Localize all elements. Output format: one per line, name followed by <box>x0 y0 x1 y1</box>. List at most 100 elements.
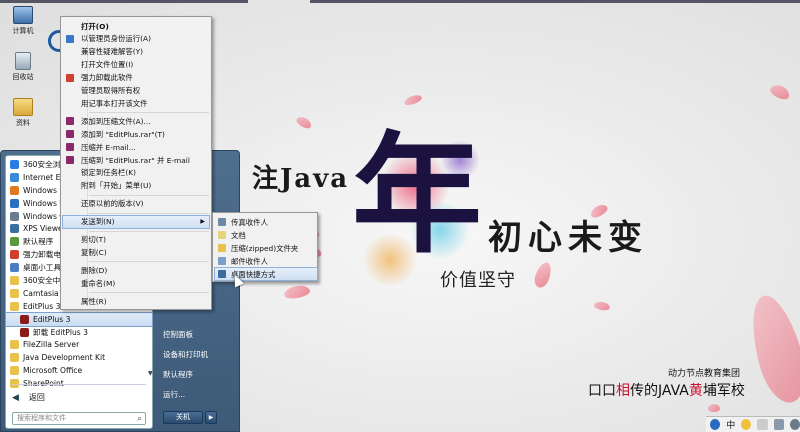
moon-icon[interactable] <box>741 419 752 430</box>
program-label: Java Development Kit <box>23 353 106 363</box>
shutdown-options-button[interactable]: ▶ <box>205 411 217 424</box>
program-item-12[interactable]: EditPlus 3 <box>5 311 153 327</box>
send-to-item-3[interactable]: 邮件收件人 <box>215 255 317 267</box>
petal <box>283 283 311 301</box>
context-menu-item-12[interactable]: 锁定到任务栏(K) <box>63 167 209 179</box>
send-to-label: 压缩(zipped)文件夹 <box>231 243 299 253</box>
start-item-control-panel[interactable]: 控制面板 <box>163 329 193 340</box>
program-icon <box>20 314 29 324</box>
context-menu-item-22[interactable]: 删除(D) <box>63 264 209 276</box>
program-item-16[interactable]: Microsoft Office <box>6 364 152 377</box>
context-menu-item-17[interactable]: 发送到(N) ▶ <box>62 214 210 229</box>
menu-item-label: 添加到压缩文件(A)... <box>81 116 151 126</box>
slogan-value: 价值坚守 <box>440 270 516 291</box>
program-icon <box>10 366 19 376</box>
menu-item-icon <box>66 73 74 82</box>
context-menu-item-20[interactable]: 复制(C) <box>63 246 209 258</box>
context-menu-item-8[interactable]: 添加到压缩文件(A)... <box>63 115 209 127</box>
context-menu-item-10[interactable]: 压缩并 E-mail... <box>63 141 209 153</box>
menu-item-icon <box>66 143 74 152</box>
program-label: EditPlus 3 <box>23 301 61 311</box>
petal <box>294 114 314 131</box>
back-label: 返回 <box>28 393 45 402</box>
context-menu-item-15[interactable]: 还原以前的版本(V) <box>63 198 209 210</box>
program-icon <box>10 224 19 234</box>
menu-item-label: 管理员取得所有权 <box>81 86 141 95</box>
menu-item-label: 压缩并 E-mail... <box>81 142 136 152</box>
search-icon[interactable]: ⌕ <box>137 414 142 425</box>
start-item-default-programs[interactable]: 默认程序 <box>163 369 193 380</box>
menu-item-label: 强力卸载此软件 <box>81 73 133 83</box>
menu-separator <box>89 194 209 196</box>
context-menu-item-3[interactable]: 打开文件位置(I) <box>63 59 209 71</box>
petal <box>403 93 423 107</box>
desktop-icon-recycle-bin[interactable]: 回收站 <box>6 52 40 82</box>
petal <box>742 290 800 408</box>
menu-item-label: 用记事本打开该文件 <box>81 98 148 108</box>
send-to-item-1[interactable]: 文档 <box>215 229 317 241</box>
menu-item-label: 附到「开始」菜单(U) <box>81 181 152 191</box>
send-to-submenu: 传真收件人 文档 压缩(zipped)文件夹 邮件收件人 桌面快捷方式 <box>212 212 318 282</box>
send-to-label: 邮件收件人 <box>231 256 268 266</box>
menu-item-label: 打开文件位置(I) <box>81 60 134 70</box>
menu-item-label: 以管理员身份运行(A) <box>81 34 151 44</box>
program-label: FileZilla Server <box>23 340 80 350</box>
scroll-down-icon[interactable]: ▼ <box>148 370 153 377</box>
program-icon <box>10 211 19 221</box>
brand-tagline: 口口相传的JAVA黄埔军校 <box>588 380 745 400</box>
menu-item-label: 打开(O) <box>81 21 109 31</box>
petal <box>768 82 792 102</box>
petal <box>593 300 611 312</box>
input-method-label[interactable]: 中 <box>726 418 735 431</box>
search-input[interactable]: 搜索程序和文件 ⌕ <box>12 412 146 425</box>
menu-item-icon <box>66 156 74 164</box>
context-menu-item-25[interactable]: 属性(R) <box>63 295 209 307</box>
menu-separator <box>89 261 209 263</box>
program-icon <box>10 301 19 311</box>
desktop-icon-computer[interactable]: 计算机 <box>6 6 40 36</box>
context-menu-item-5[interactable]: 管理员取得所有权 <box>63 85 209 97</box>
program-item-13[interactable]: 卸载 EditPlus 3 <box>6 326 152 339</box>
send-to-icon <box>218 244 226 252</box>
menu-item-label: 兼容性疑难解答(Y) <box>81 47 144 57</box>
start-item-run[interactable]: 运行... <box>163 389 185 400</box>
context-menu-item-13[interactable]: 附到「开始」菜单(U) <box>63 180 209 192</box>
search-placeholder: 搜索程序和文件 <box>17 414 66 422</box>
menu-item-label: 属性(R) <box>81 296 107 306</box>
context-menu-item-1[interactable]: 以管理员身份运行(A) <box>63 33 209 45</box>
shutdown-button[interactable]: 关机 <box>163 411 203 424</box>
punctuation-icon[interactable] <box>757 419 768 430</box>
send-to-icon <box>218 231 226 239</box>
send-to-item-0[interactable]: 传真收件人 <box>215 216 317 228</box>
settings-icon[interactable] <box>789 419 800 430</box>
context-menu-item-19[interactable]: 剪切(T) <box>63 234 209 246</box>
menu-item-icon <box>66 117 74 126</box>
send-to-item-2[interactable]: 压缩(zipped)文件夹 <box>215 242 317 254</box>
desktop-icon-folder[interactable]: 资料 <box>6 98 40 128</box>
context-menu-item-0[interactable]: 打开(O) <box>63 20 209 32</box>
program-item-15[interactable]: Java Development Kit <box>6 351 152 364</box>
menu-item-label: 复制(C) <box>81 247 107 257</box>
folder-icon <box>13 98 33 116</box>
start-item-devices-printers[interactable]: 设备和打印机 <box>163 349 208 360</box>
program-item-14[interactable]: FileZilla Server <box>6 338 152 351</box>
context-menu: 打开(O) 以管理员身份运行(A) 兼容性疑难解答(Y) 打开文件位置(I) 强力卸载此… <box>60 16 212 310</box>
computer-icon <box>13 6 33 24</box>
context-menu-item-6[interactable]: 用记事本打开该文件 <box>63 97 209 109</box>
app-tray-icon[interactable] <box>710 419 721 430</box>
program-icon <box>10 250 19 260</box>
program-label: 默认程序 <box>23 237 54 247</box>
desktop-icon-label: 资料 <box>16 119 30 127</box>
context-menu-item-4[interactable]: 强力卸载此软件 <box>63 72 209 84</box>
program-icon <box>10 353 19 363</box>
program-icon <box>10 263 19 273</box>
context-menu-item-2[interactable]: 兼容性疑难解答(Y) <box>63 46 209 58</box>
desktop-icon-label: 回收站 <box>12 73 34 81</box>
keyboard-icon[interactable] <box>773 419 784 430</box>
petal <box>708 404 720 412</box>
context-menu-item-23[interactable]: 重命名(M) <box>63 277 209 289</box>
context-menu-item-11[interactable]: 压缩到 "EditPlus.rar" 并 E-mail <box>63 154 209 166</box>
tagline-part: 传的JAVA <box>630 383 689 399</box>
context-menu-item-9[interactable]: 添加到 "EditPlus.rar"(T) <box>63 128 209 140</box>
back-button[interactable]: ◀ 返回 <box>12 392 45 403</box>
